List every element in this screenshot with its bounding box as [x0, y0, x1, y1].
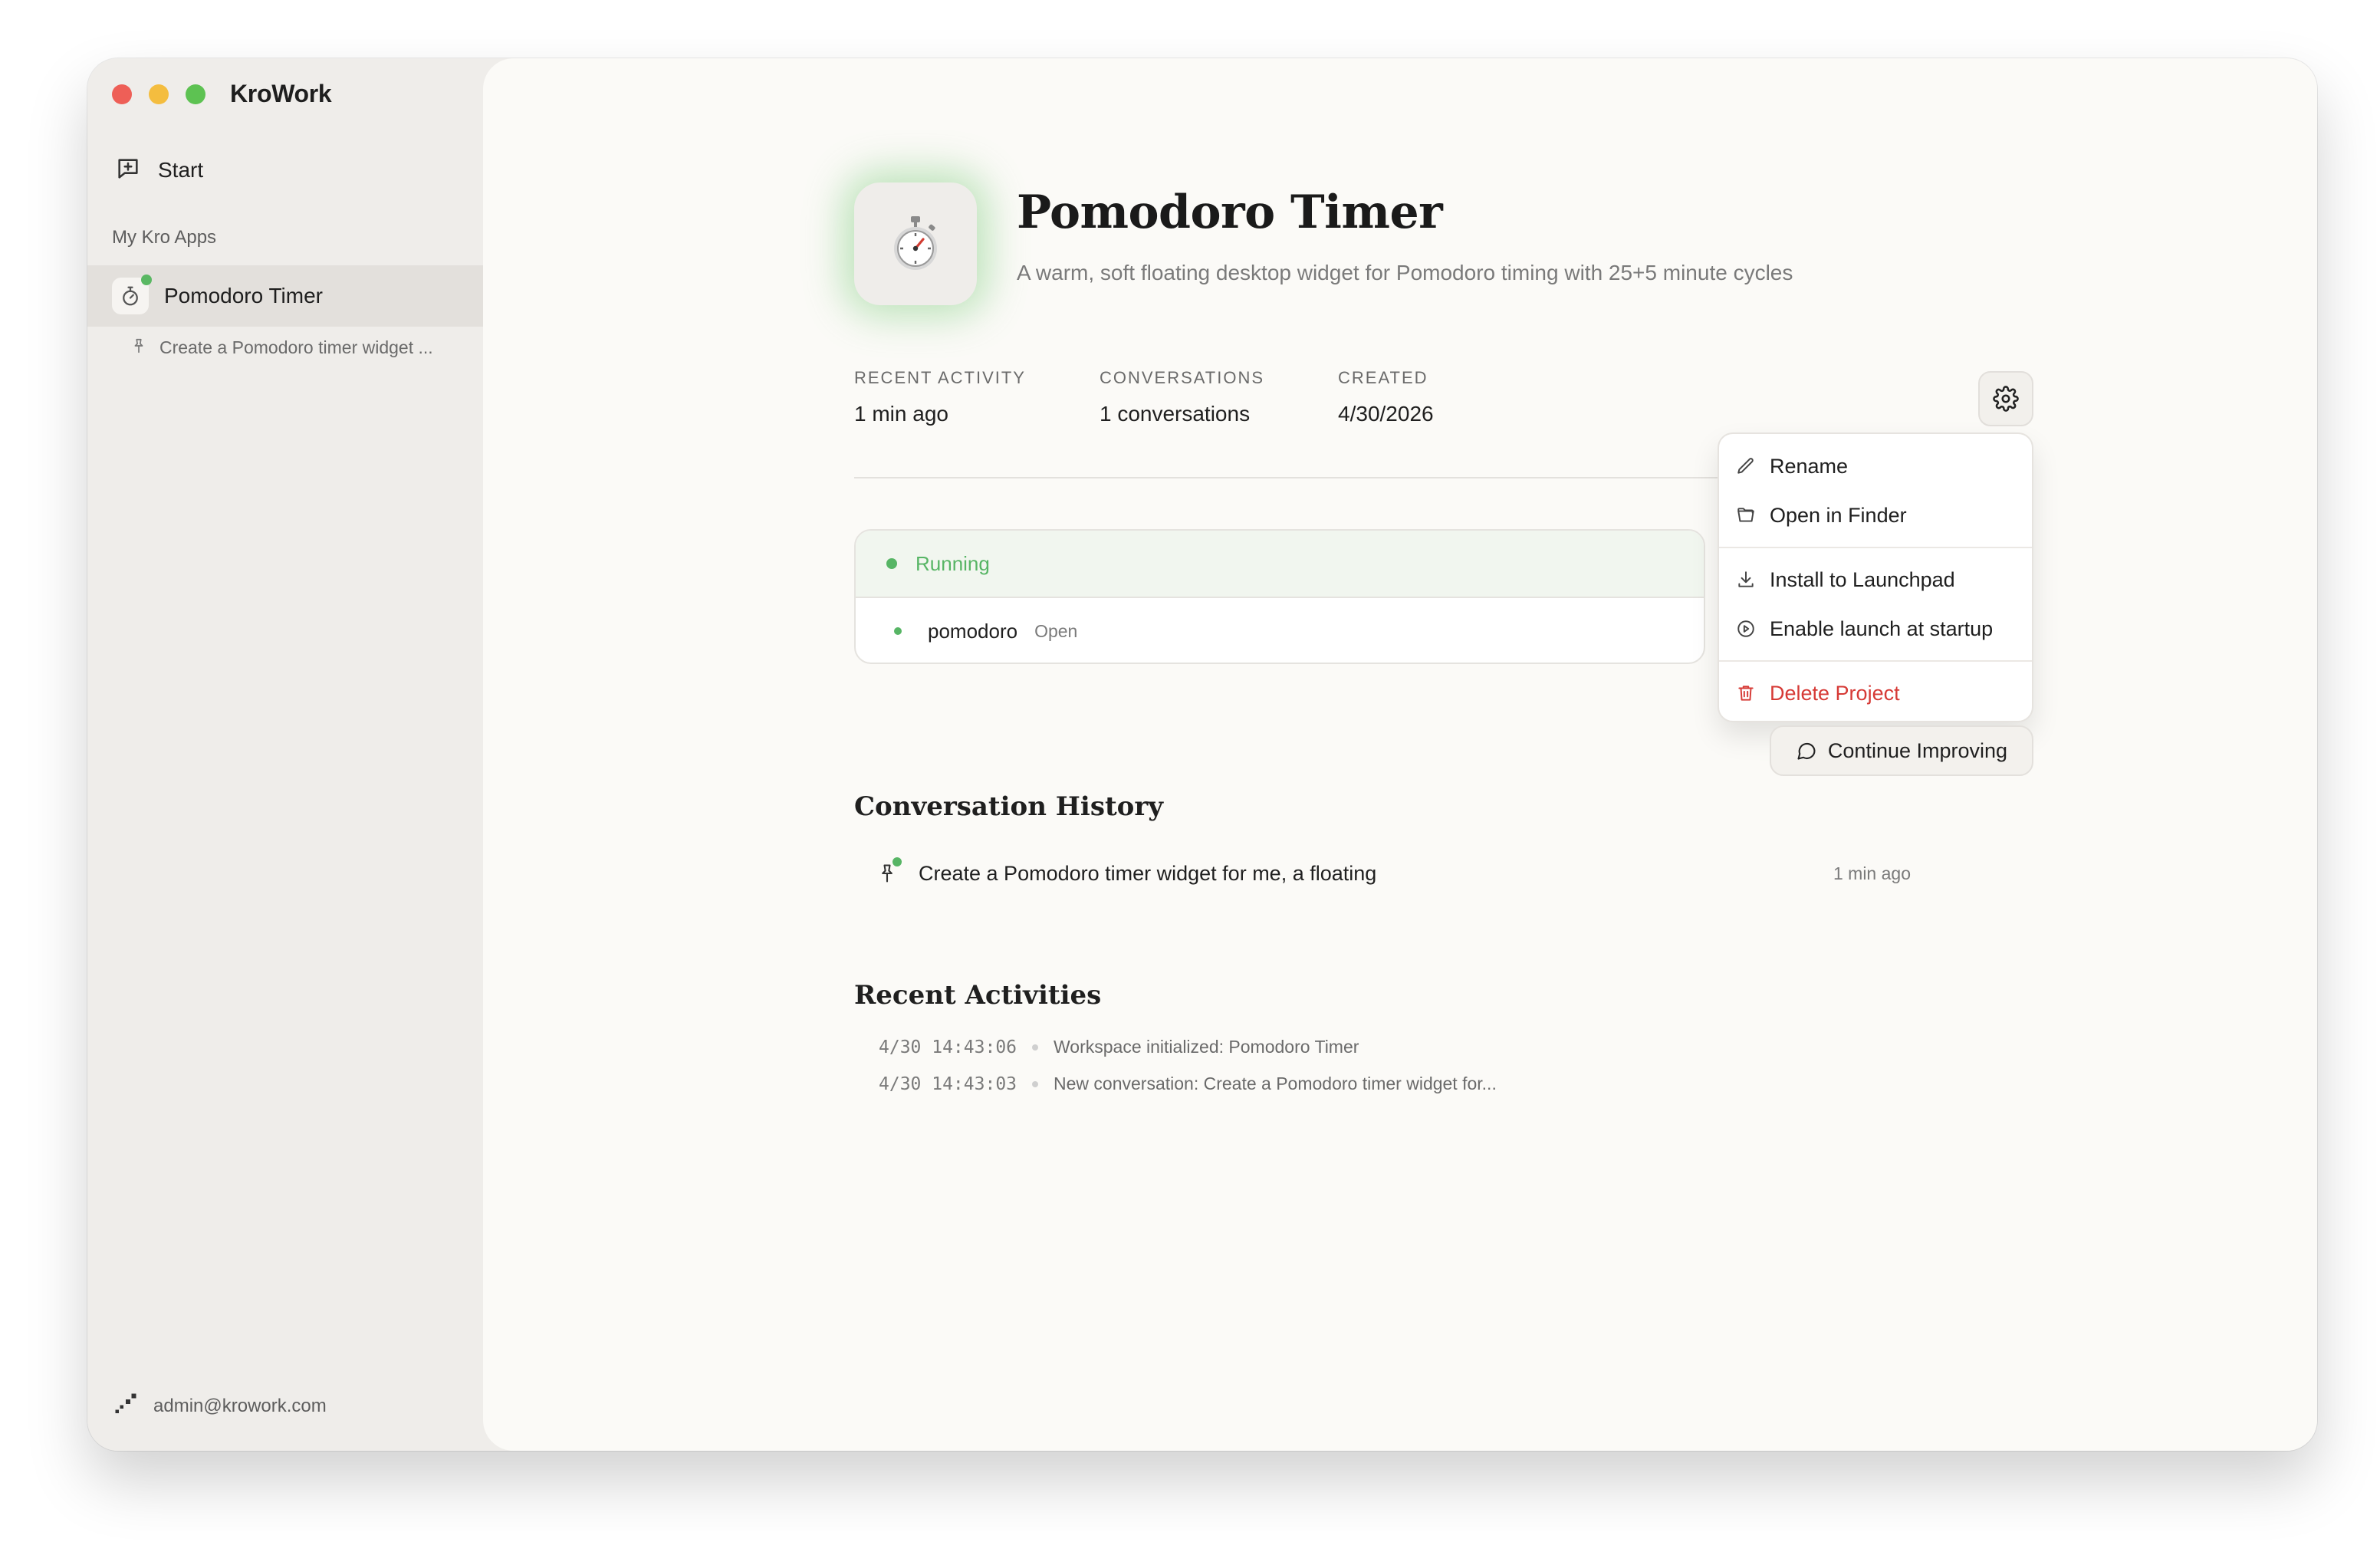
process-row: pomodoro Open — [856, 598, 1704, 663]
window-controls — [112, 84, 205, 104]
trash-icon — [1738, 686, 1754, 701]
account-icon — [112, 1390, 140, 1422]
stopwatch-icon — [894, 216, 937, 270]
settings-button[interactable] — [1978, 371, 2033, 426]
minimize-window-button[interactable] — [149, 84, 169, 104]
activity-row: 4/30 14:43:03 New conversation: Create a… — [879, 1074, 1497, 1094]
activity-text: Workspace initialized: Pomodoro Timer — [1054, 1037, 1359, 1057]
open-process-link[interactable]: Open — [1034, 621, 1077, 642]
menu-item-label: Open in Finder — [1770, 503, 1907, 527]
menu-item-label: Install to Launchpad — [1770, 567, 1955, 591]
stat-value: 1 min ago — [854, 402, 948, 426]
project-stats: RECENT ACTIVITY 1 min ago CONVERSATIONS … — [854, 368, 1507, 426]
zoom-window-button[interactable] — [186, 84, 205, 104]
menu-item-rename[interactable]: Rename — [1719, 442, 2032, 491]
stat-recent-activity: RECENT ACTIVITY 1 min ago — [854, 368, 1026, 426]
sidebar-item-label: Pomodoro Timer — [164, 284, 323, 307]
folder-open-icon — [1737, 508, 1754, 522]
stat-label: CREATED — [1338, 368, 1428, 387]
running-status-dot — [886, 558, 897, 569]
status-header: Running — [856, 531, 1704, 598]
settings-dropdown-menu: Rename Open in Finder Install to Launchp… — [1718, 432, 2033, 722]
close-window-button[interactable] — [112, 84, 132, 104]
sidebar: KroWork Start My Kro Apps Pomodoro Timer — [87, 58, 483, 1451]
stopwatch-icon — [112, 275, 152, 314]
conversation-history-item[interactable]: Create a Pomodoro timer widget for me, a… — [874, 857, 1911, 886]
menu-item-label: Rename — [1770, 454, 1849, 478]
project-title: Pomodoro Timer — [1017, 186, 1443, 239]
running-status-dot — [141, 275, 152, 285]
download-icon — [1738, 571, 1754, 587]
continue-improving-button[interactable]: Continue Improving — [1770, 725, 2033, 776]
activity-separator — [1032, 1044, 1039, 1051]
sidebar-conversation-label: Create a Pomodoro timer widget ... — [159, 337, 433, 357]
menu-item-launch-at-startup[interactable]: Enable launch at startup — [1719, 604, 2032, 653]
start-label: Start — [158, 158, 204, 182]
user-email: admin@krowork.com — [153, 1395, 327, 1416]
stat-label: RECENT ACTIVITY — [854, 368, 1026, 387]
start-button[interactable]: Start — [115, 147, 203, 193]
project-icon — [854, 182, 977, 305]
stat-label: CONVERSATIONS — [1099, 368, 1265, 387]
stat-value: 1 conversations — [1099, 402, 1251, 426]
user-account[interactable]: admin@krowork.com — [112, 1390, 327, 1422]
active-conversation-dot — [893, 857, 902, 866]
menu-item-install-launchpad[interactable]: Install to Launchpad — [1719, 555, 2032, 604]
pin-icon — [130, 337, 147, 358]
gear-icon — [1993, 386, 2019, 412]
menu-item-delete-project[interactable]: Delete Project — [1719, 669, 2032, 718]
pencil-icon — [1737, 458, 1754, 474]
conversation-title: Create a Pomodoro timer widget for me, a… — [919, 861, 1377, 885]
new-chat-icon — [115, 156, 141, 186]
continue-improving-label: Continue Improving — [1827, 738, 2008, 762]
recent-activities-title: Recent Activities — [854, 980, 1102, 1011]
menu-item-label: Delete Project — [1770, 681, 1900, 705]
process-status-card: Running pomodoro Open — [854, 529, 1705, 664]
process-name: pomodoro — [928, 619, 1018, 643]
activity-timestamp: 4/30 14:43:03 — [879, 1074, 1017, 1094]
status-label: Running — [916, 551, 990, 575]
pin-icon — [874, 857, 902, 886]
activity-separator — [1032, 1080, 1039, 1087]
stat-created: CREATED 4/30/2026 — [1338, 368, 1434, 426]
project-description: A warm, soft floating desktop widget for… — [1017, 261, 1793, 284]
menu-separator — [1719, 547, 2032, 548]
play-circle-icon — [1737, 620, 1754, 637]
app-window: KroWork Start My Kro Apps Pomodoro Timer — [87, 58, 2317, 1451]
app-title: KroWork — [230, 80, 332, 107]
process-status-dot — [894, 627, 902, 635]
conversation-time: 1 min ago — [1833, 863, 1911, 883]
main-content: Pomodoro Timer A warm, soft floating des… — [483, 58, 2317, 1451]
menu-item-open-in-finder[interactable]: Open in Finder — [1719, 491, 2032, 540]
menu-item-label: Enable launch at startup — [1770, 617, 1994, 640]
my-apps-section-label: My Kro Apps — [112, 227, 217, 248]
stat-value: 4/30/2026 — [1338, 402, 1434, 426]
menu-separator — [1719, 660, 2032, 662]
stat-conversations: CONVERSATIONS 1 conversations — [1100, 368, 1264, 426]
activity-timestamp: 4/30 14:43:06 — [879, 1037, 1017, 1057]
activity-text: New conversation: Create a Pomodoro time… — [1054, 1074, 1497, 1093]
chat-bubble-icon — [1797, 742, 1816, 760]
sidebar-conversation-item[interactable]: Create a Pomodoro timer widget ... — [130, 337, 468, 358]
conversation-history-title: Conversation History — [854, 791, 1164, 822]
activity-row: 4/30 14:43:06 Workspace initialized: Pom… — [879, 1037, 1359, 1057]
sidebar-item-pomodoro-timer[interactable]: Pomodoro Timer — [87, 265, 483, 327]
